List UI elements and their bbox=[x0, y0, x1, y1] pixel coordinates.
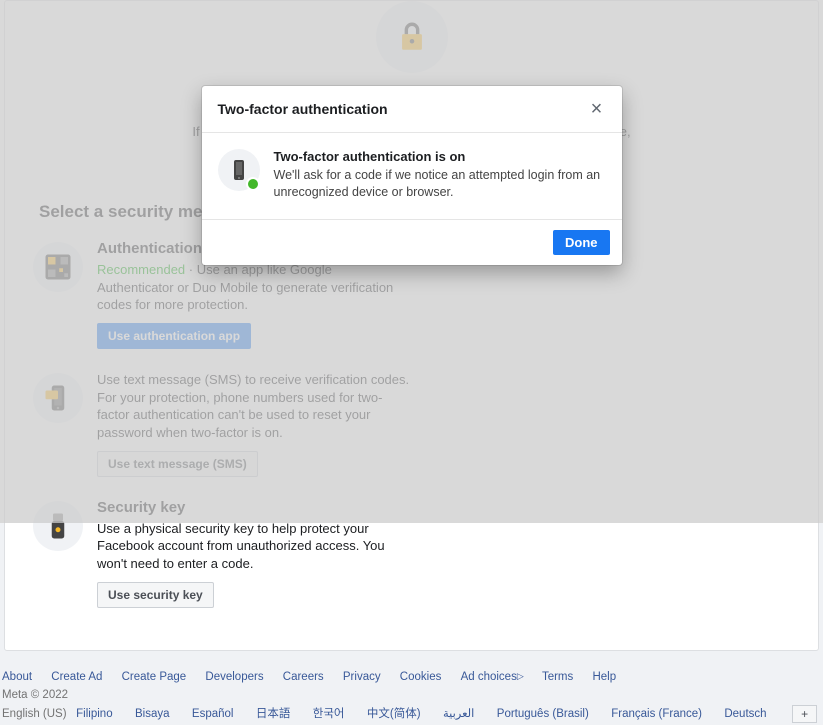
add-language-button[interactable]: + bbox=[792, 705, 817, 723]
phone-check-icon bbox=[218, 149, 260, 191]
modal-body-title: Two-factor authentication is on bbox=[274, 149, 606, 164]
language-row: English (US) Filipino Bisaya Español 日本語… bbox=[2, 705, 821, 723]
footer: About Create Ad Create Page Developers C… bbox=[0, 663, 823, 725]
footer-developers[interactable]: Developers bbox=[205, 671, 263, 683]
two-factor-modal: Two-factor authentication × Two-factor a… bbox=[202, 86, 622, 265]
done-button[interactable]: Done bbox=[553, 230, 610, 255]
footer-careers[interactable]: Careers bbox=[283, 671, 324, 683]
use-key-button[interactable]: Use security key bbox=[97, 582, 214, 608]
lang-arabic[interactable]: العربية bbox=[443, 706, 474, 720]
modal-body-desc: We'll ask for a code if we notice an att… bbox=[274, 167, 606, 201]
lang-portuguese[interactable]: Português (Brasil) bbox=[497, 708, 589, 720]
adchoices-icon: ▷ bbox=[517, 671, 523, 681]
check-badge-icon bbox=[246, 177, 260, 191]
lang-french[interactable]: Français (France) bbox=[611, 708, 702, 720]
lang-korean[interactable]: 한국어 bbox=[313, 705, 345, 721]
footer-cookies[interactable]: Cookies bbox=[400, 671, 442, 683]
lang-bisaya[interactable]: Bisaya bbox=[135, 708, 170, 720]
lang-japanese[interactable]: 日本語 bbox=[256, 705, 291, 721]
footer-help[interactable]: Help bbox=[592, 671, 616, 683]
lang-filipino[interactable]: Filipino bbox=[76, 708, 112, 720]
footer-links: About Create Ad Create Page Developers C… bbox=[2, 671, 821, 683]
modal-title: Two-factor authentication bbox=[218, 101, 388, 117]
footer-about[interactable]: About bbox=[2, 671, 32, 683]
modal-overlay[interactable]: Two-factor authentication × Two-factor a… bbox=[0, 0, 823, 523]
lang-german[interactable]: Deutsch bbox=[724, 708, 766, 720]
key-desc: Use a physical security key to help prot… bbox=[97, 520, 411, 572]
copyright: Meta © 2022 bbox=[2, 689, 821, 701]
footer-privacy[interactable]: Privacy bbox=[343, 671, 381, 683]
lang-current: English (US) bbox=[2, 708, 67, 720]
footer-create-page[interactable]: Create Page bbox=[122, 671, 187, 683]
lang-espanol[interactable]: Español bbox=[192, 708, 234, 720]
footer-create-ad[interactable]: Create Ad bbox=[51, 671, 102, 683]
lang-chinese[interactable]: 中文(简体) bbox=[367, 705, 421, 721]
footer-adchoices[interactable]: Ad choices▷ bbox=[461, 671, 523, 683]
close-icon[interactable]: × bbox=[586, 98, 608, 120]
footer-terms[interactable]: Terms bbox=[542, 671, 573, 683]
